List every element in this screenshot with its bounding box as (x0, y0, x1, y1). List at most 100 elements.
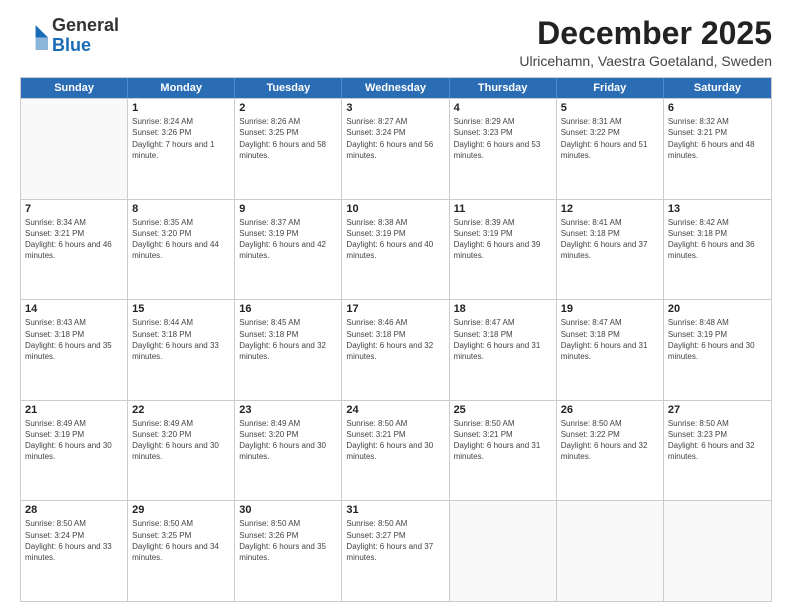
day-cell-28: 28 Sunrise: 8:50 AMSunset: 3:24 PMDayligh… (21, 501, 128, 601)
empty-cell (21, 99, 128, 199)
month-title: December 2025 (519, 16, 772, 51)
header-day-monday: Monday (128, 78, 235, 98)
day-number: 14 (25, 303, 123, 315)
day-cell-1: 1 Sunrise: 8:24 AMSunset: 3:26 PMDaylight… (128, 99, 235, 199)
day-cell-15: 15 Sunrise: 8:44 AMSunset: 3:18 PMDayligh… (128, 300, 235, 400)
week-row-2: 7 Sunrise: 8:34 AMSunset: 3:21 PMDaylight… (21, 199, 771, 300)
day-cell-14: 14 Sunrise: 8:43 AMSunset: 3:18 PMDayligh… (21, 300, 128, 400)
cell-info: Sunrise: 8:47 AMSunset: 3:18 PMDaylight:… (454, 317, 552, 362)
day-number: 18 (454, 303, 552, 315)
day-number: 2 (239, 102, 337, 114)
day-cell-2: 2 Sunrise: 8:26 AMSunset: 3:25 PMDaylight… (235, 99, 342, 199)
day-cell-5: 5 Sunrise: 8:31 AMSunset: 3:22 PMDaylight… (557, 99, 664, 199)
day-cell-27: 27 Sunrise: 8:50 AMSunset: 3:23 PMDayligh… (664, 401, 771, 501)
day-number: 23 (239, 404, 337, 416)
day-cell-26: 26 Sunrise: 8:50 AMSunset: 3:22 PMDayligh… (557, 401, 664, 501)
cell-info: Sunrise: 8:32 AMSunset: 3:21 PMDaylight:… (668, 116, 767, 161)
logo: General Blue (20, 16, 119, 56)
day-cell-9: 9Sunrise: 8:37 AMSunset: 3:19 PMDaylight… (235, 200, 342, 300)
day-cell-7: 7 Sunrise: 8:34 AMSunset: 3:21 PMDaylight… (21, 200, 128, 300)
cell-info: Sunrise: 8:49 AMSunset: 3:20 PMDaylight:… (132, 418, 230, 463)
week-row-5: 28 Sunrise: 8:50 AMSunset: 3:24 PMDayligh… (21, 500, 771, 601)
week-row-4: 21 Sunrise: 8:49 AMSunset: 3:19 PMDayligh… (21, 400, 771, 501)
cell-info: Sunrise: 8:50 AMSunset: 3:25 PMDaylight:… (132, 518, 230, 563)
day-number: 13 (668, 203, 767, 215)
header-day-saturday: Saturday (664, 78, 771, 98)
day-cell-25: 25 Sunrise: 8:50 AMSunset: 3:21 PMDayligh… (450, 401, 557, 501)
cell-info: Sunrise: 8:48 AMSunset: 3:19 PMDaylight:… (668, 317, 767, 362)
day-cell-21: 21 Sunrise: 8:49 AMSunset: 3:19 PMDayligh… (21, 401, 128, 501)
logo-icon (20, 22, 48, 50)
cell-info: Sunrise: 8:31 AMSunset: 3:22 PMDaylight:… (561, 116, 659, 161)
cell-info: Sunrise: 8:44 AMSunset: 3:18 PMDaylight:… (132, 317, 230, 362)
day-cell-23: 23 Sunrise: 8:49 AMSunset: 3:20 PMDayligh… (235, 401, 342, 501)
cell-info: Sunrise: 8:47 AMSunset: 3:18 PMDaylight:… (561, 317, 659, 362)
header-day-thursday: Thursday (450, 78, 557, 98)
day-cell-22: 22 Sunrise: 8:49 AMSunset: 3:20 PMDayligh… (128, 401, 235, 501)
week-row-3: 14 Sunrise: 8:43 AMSunset: 3:18 PMDayligh… (21, 299, 771, 400)
cell-info: Sunrise: 8:50 AMSunset: 3:26 PMDaylight:… (239, 518, 337, 563)
day-cell-3: 3Sunrise: 8:27 AMSunset: 3:24 PMDaylight… (342, 99, 449, 199)
empty-cell (450, 501, 557, 601)
day-number: 31 (346, 504, 444, 516)
page: General Blue December 2025 Ulricehamn, V… (0, 0, 792, 612)
cell-info: Sunrise: 8:43 AMSunset: 3:18 PMDaylight:… (25, 317, 123, 362)
cell-info: Sunrise: 8:39 AMSunset: 3:19 PMDaylight:… (454, 217, 552, 262)
header-day-sunday: Sunday (21, 78, 128, 98)
title-block: December 2025 Ulricehamn, Vaestra Goetal… (519, 16, 772, 69)
cell-info: Sunrise: 8:50 AMSunset: 3:21 PMDaylight:… (454, 418, 552, 463)
day-cell-17: 17Sunrise: 8:46 AMSunset: 3:18 PMDayligh… (342, 300, 449, 400)
location-title: Ulricehamn, Vaestra Goetaland, Sweden (519, 53, 772, 69)
cell-info: Sunrise: 8:50 AMSunset: 3:22 PMDaylight:… (561, 418, 659, 463)
day-cell-16: 16 Sunrise: 8:45 AMSunset: 3:18 PMDayligh… (235, 300, 342, 400)
calendar: SundayMondayTuesdayWednesdayThursdayFrid… (20, 77, 772, 602)
day-number: 16 (239, 303, 337, 315)
day-number: 7 (25, 203, 123, 215)
day-number: 27 (668, 404, 767, 416)
day-number: 12 (561, 203, 659, 215)
day-cell-4: 4Sunrise: 8:29 AMSunset: 3:23 PMDaylight… (450, 99, 557, 199)
cell-info: Sunrise: 8:49 AMSunset: 3:20 PMDaylight:… (239, 418, 337, 463)
cell-info: Sunrise: 8:50 AMSunset: 3:24 PMDaylight:… (25, 518, 123, 563)
cell-info: Sunrise: 8:35 AMSunset: 3:20 PMDaylight:… (132, 217, 230, 262)
day-number: 28 (25, 504, 123, 516)
logo-blue: Blue (52, 35, 91, 55)
cell-info: Sunrise: 8:50 AMSunset: 3:23 PMDaylight:… (668, 418, 767, 463)
day-number: 5 (561, 102, 659, 114)
cell-info: Sunrise: 8:34 AMSunset: 3:21 PMDaylight:… (25, 217, 123, 262)
day-number: 9 (239, 203, 337, 215)
cell-info: Sunrise: 8:49 AMSunset: 3:19 PMDaylight:… (25, 418, 123, 463)
empty-cell (557, 501, 664, 601)
day-number: 17 (346, 303, 444, 315)
day-number: 6 (668, 102, 767, 114)
day-cell-18: 18 Sunrise: 8:47 AMSunset: 3:18 PMDayligh… (450, 300, 557, 400)
cell-info: Sunrise: 8:27 AMSunset: 3:24 PMDaylight:… (346, 116, 444, 161)
day-number: 4 (454, 102, 552, 114)
header: General Blue December 2025 Ulricehamn, V… (20, 16, 772, 69)
day-cell-13: 13Sunrise: 8:42 AMSunset: 3:18 PMDayligh… (664, 200, 771, 300)
day-cell-11: 11Sunrise: 8:39 AMSunset: 3:19 PMDayligh… (450, 200, 557, 300)
day-number: 21 (25, 404, 123, 416)
cell-info: Sunrise: 8:45 AMSunset: 3:18 PMDaylight:… (239, 317, 337, 362)
day-number: 26 (561, 404, 659, 416)
day-number: 22 (132, 404, 230, 416)
day-number: 1 (132, 102, 230, 114)
header-day-wednesday: Wednesday (342, 78, 449, 98)
cell-info: Sunrise: 8:38 AMSunset: 3:19 PMDaylight:… (346, 217, 444, 262)
day-cell-6: 6 Sunrise: 8:32 AMSunset: 3:21 PMDaylight… (664, 99, 771, 199)
cell-info: Sunrise: 8:24 AMSunset: 3:26 PMDaylight:… (132, 116, 230, 161)
header-day-tuesday: Tuesday (235, 78, 342, 98)
day-number: 20 (668, 303, 767, 315)
logo-text: General Blue (52, 16, 119, 56)
day-cell-8: 8 Sunrise: 8:35 AMSunset: 3:20 PMDaylight… (128, 200, 235, 300)
day-number: 15 (132, 303, 230, 315)
calendar-body: 1 Sunrise: 8:24 AMSunset: 3:26 PMDaylight… (21, 98, 771, 601)
day-number: 19 (561, 303, 659, 315)
day-number: 10 (346, 203, 444, 215)
day-cell-12: 12Sunrise: 8:41 AMSunset: 3:18 PMDayligh… (557, 200, 664, 300)
empty-cell (664, 501, 771, 601)
cell-info: Sunrise: 8:26 AMSunset: 3:25 PMDaylight:… (239, 116, 337, 161)
day-number: 25 (454, 404, 552, 416)
header-day-friday: Friday (557, 78, 664, 98)
day-number: 8 (132, 203, 230, 215)
